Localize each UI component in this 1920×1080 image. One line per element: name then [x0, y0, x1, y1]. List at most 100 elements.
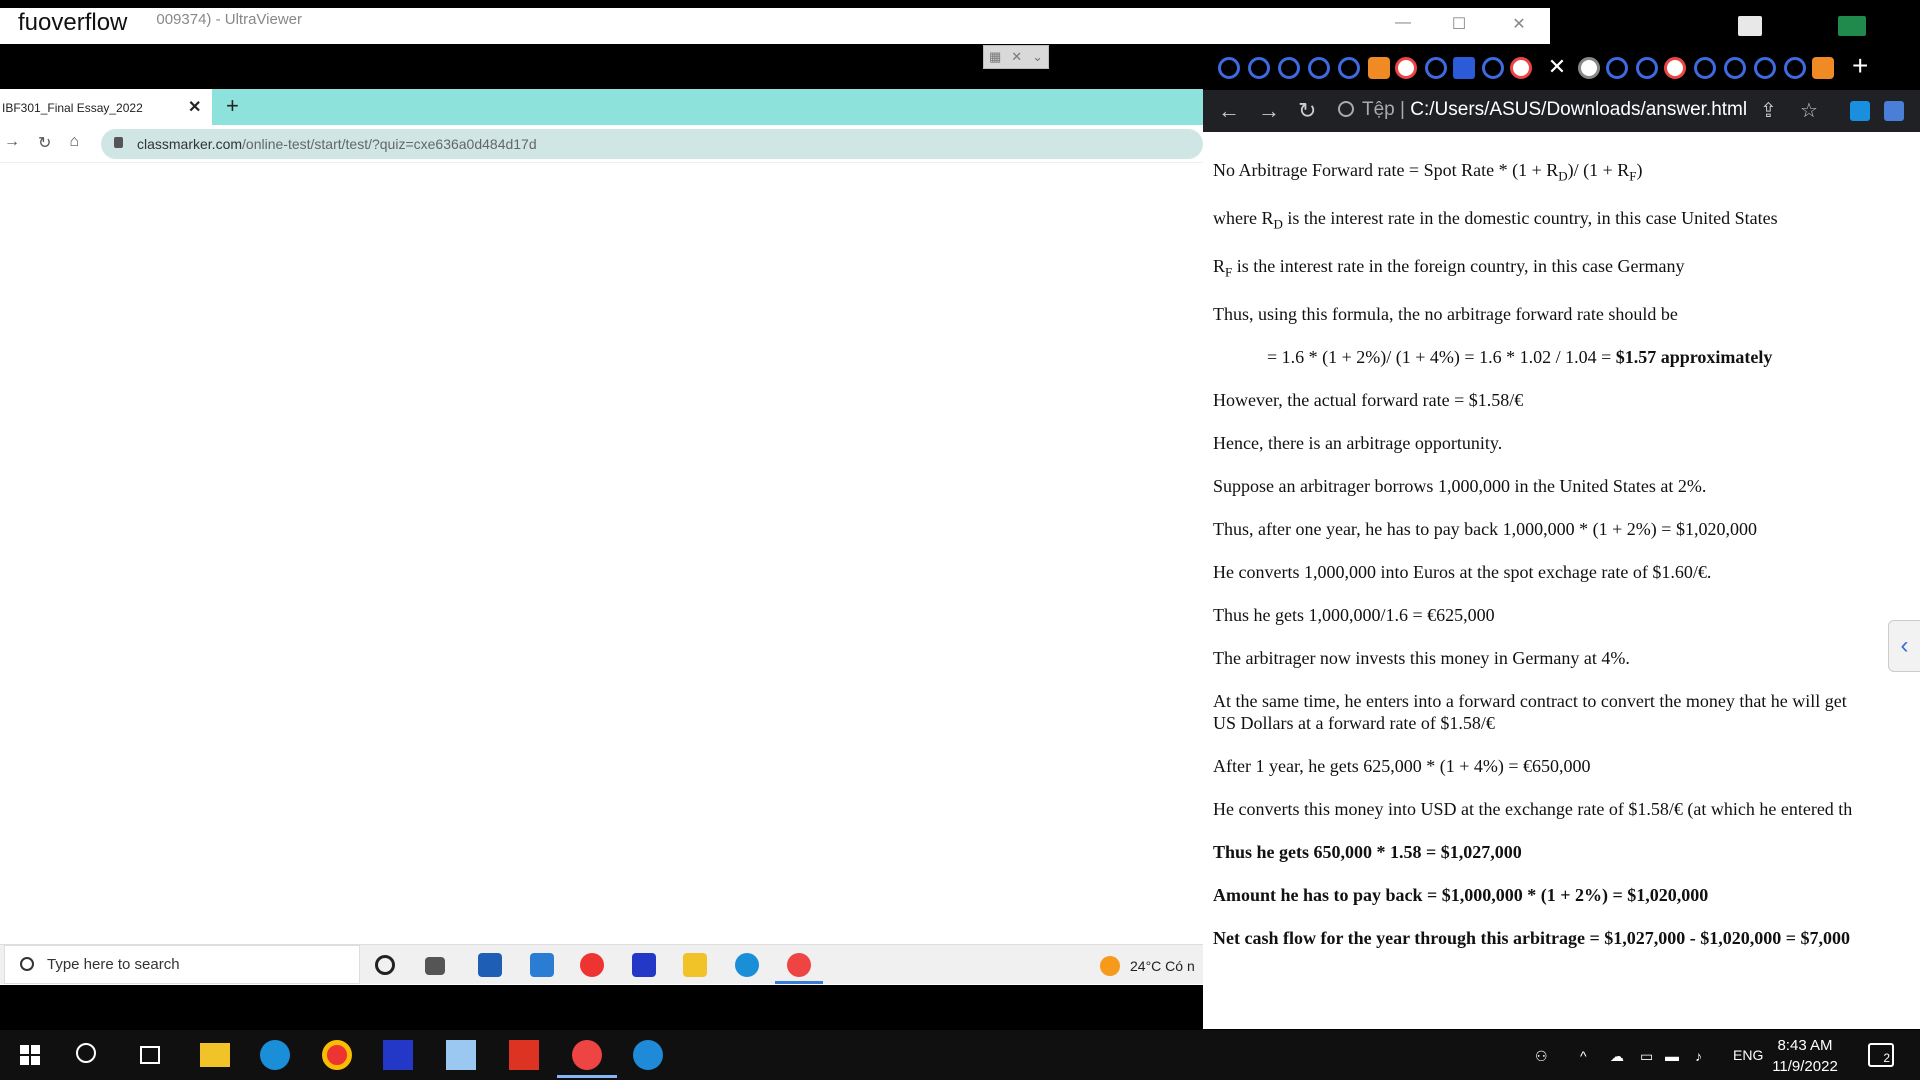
tab-favicon-icon[interactable]	[1606, 57, 1628, 79]
tab-favicon-icon[interactable]	[1308, 57, 1330, 79]
folder-icon[interactable]	[683, 953, 707, 977]
windows-start-icon[interactable]	[20, 1045, 40, 1065]
speaker-icon[interactable]: ♪	[1695, 1048, 1702, 1064]
chrome-icon[interactable]	[322, 1040, 352, 1070]
tab-favicon-icon[interactable]	[1784, 57, 1806, 79]
gets-euros-paragraph: Thus he gets 1,000,000/1.6 = €625,000	[1213, 605, 1495, 625]
chrome-icon[interactable]	[580, 953, 604, 977]
cube-app-icon[interactable]	[446, 1040, 476, 1070]
tab-favicon-icon[interactable]	[1724, 57, 1746, 79]
tab-favicon-icon[interactable]	[1425, 57, 1447, 79]
tab-favicon-icon[interactable]	[1694, 57, 1716, 79]
new-tab-icon[interactable]: +	[226, 93, 239, 119]
weather-text[interactable]: 24°C Có n	[1130, 958, 1195, 974]
forward-icon[interactable]: →	[4, 133, 20, 153]
language-indicator[interactable]: ENG	[1733, 1047, 1763, 1063]
chrome-profile-icon[interactable]	[572, 1040, 602, 1070]
grid-icon[interactable]: ▦	[989, 49, 1001, 65]
chrome-profile-icon[interactable]	[787, 953, 811, 977]
tab-favicon-icon[interactable]	[1248, 57, 1270, 79]
search-icon	[20, 957, 34, 971]
fullscreen-icon[interactable]: ✕	[1011, 49, 1022, 65]
chevron-down-icon[interactable]: ⌄	[1032, 49, 1043, 65]
close-tab-icon[interactable]: ✕	[188, 97, 201, 117]
omnibox-chip: Tệp	[1362, 99, 1395, 120]
reload-icon[interactable]: ↻	[1298, 98, 1316, 124]
search-placeholder: Type here to search	[47, 956, 180, 973]
actual-rate-paragraph: However, the actual forward rate = $1.58…	[1213, 390, 1524, 410]
close-icon[interactable]: ✕	[1504, 14, 1534, 34]
back-icon[interactable]: ←	[1218, 98, 1240, 124]
url-path: /online-test/start/test/?quiz=cxe636a0d4…	[242, 136, 537, 152]
tab-favicon-icon[interactable]	[1395, 57, 1417, 79]
forward-icon[interactable]: →	[1258, 98, 1280, 124]
rf-paragraph: RF is the interest rate in the foreign c…	[1213, 256, 1685, 280]
device-icon[interactable]: ▭	[1640, 1048, 1653, 1065]
omnibox[interactable]: Tệp | C:/Users/ASUS/Downloads/answer.htm…	[1338, 96, 1748, 126]
remote-control-toolbar[interactable]: ▦ ✕ ⌄	[983, 45, 1049, 69]
bookmark-star-icon[interactable]: ☆	[1800, 98, 1818, 123]
remote-browser-tab[interactable]: IBF301_Final Essay_2022	[0, 89, 212, 125]
store-icon[interactable]	[478, 953, 502, 977]
minimize-icon[interactable]: —	[1388, 14, 1418, 32]
maximize-icon[interactable]: ☐	[1444, 14, 1474, 34]
translate-icon[interactable]	[1884, 101, 1904, 121]
tab-favicon-icon[interactable]	[1368, 57, 1390, 79]
tab-favicon-icon[interactable]	[1754, 57, 1776, 79]
calc-paragraph: = 1.6 * (1 + 2%)/ (1 + 4%) = 1.6 * 1.02 …	[1267, 347, 1773, 367]
wps-office-icon[interactable]	[509, 1040, 539, 1070]
converts-paragraph: He converts 1,000,000 into Euros at the …	[1213, 562, 1712, 582]
share-icon[interactable]: ⇪	[1760, 98, 1777, 123]
tab-favicon-icon[interactable]	[1338, 57, 1360, 79]
tab-favicon-icon[interactable]	[1510, 57, 1532, 79]
task-view-icon[interactable]	[140, 1046, 160, 1064]
new-tab-icon[interactable]: +	[1852, 50, 1868, 82]
hence-paragraph: Hence, there is an arbitrage opportunity…	[1213, 433, 1503, 453]
desktop-file-icon[interactable]	[1738, 16, 1762, 36]
file-explorer-icon[interactable]	[200, 1043, 230, 1067]
tab-favicon-icon[interactable]	[1278, 57, 1300, 79]
extension-icon[interactable]	[1850, 101, 1870, 121]
formula-paragraph: No Arbitrage Forward rate = Spot Rate * …	[1213, 160, 1643, 184]
remote-search-box[interactable]: Type here to search	[4, 945, 360, 984]
home-icon[interactable]: ⌂	[69, 133, 79, 153]
close-tab-icon[interactable]: ✕	[1542, 52, 1572, 82]
remote-address-bar[interactable]: classmarker.com/online-test/start/test/?…	[101, 129, 1203, 159]
chevron-up-icon[interactable]: ^	[1580, 1048, 1587, 1064]
window-title: 009374) - UltraViewer	[156, 11, 302, 28]
search-icon[interactable]	[76, 1043, 96, 1063]
url-domain: classmarker.com	[137, 136, 243, 152]
app-icon[interactable]	[632, 953, 656, 977]
tab-favicon-icon[interactable]	[1482, 57, 1504, 79]
battery-icon[interactable]: ▬	[1665, 1048, 1679, 1064]
info-icon[interactable]	[1338, 101, 1354, 117]
edge-icon[interactable]	[735, 953, 759, 977]
desktop-sheet-icon[interactable]	[1838, 16, 1866, 36]
tab-favicon-icon[interactable]	[1812, 57, 1834, 79]
tab-favicon-icon[interactable]	[1578, 57, 1600, 79]
omnibox-url: C:/Users/ASUS/Downloads/answer.html	[1410, 99, 1748, 120]
tab-favicon-icon[interactable]	[1453, 57, 1475, 79]
edge-icon[interactable]	[260, 1040, 290, 1070]
onedrive-icon[interactable]: ☁	[1610, 1048, 1624, 1065]
task-view-icon[interactable]	[425, 957, 445, 975]
mail-icon[interactable]	[530, 953, 554, 977]
active-app-indicator	[775, 981, 823, 984]
suppose-paragraph: Suppose an arbitrager borrows 1,000,000 …	[1213, 476, 1707, 496]
reload-icon[interactable]: ↻	[38, 133, 51, 153]
cortana-icon[interactable]	[375, 955, 395, 975]
thus-formula-paragraph: Thus, using this formula, the no arbitra…	[1213, 304, 1678, 324]
tab-favicon-icon[interactable]	[1218, 57, 1240, 79]
tab-title: IBF301_Final Essay_2022	[2, 101, 143, 115]
amount-back-paragraph: Amount he has to pay back = $1,000,000 *…	[1213, 885, 1709, 905]
notification-icon[interactable]: 2	[1868, 1043, 1894, 1067]
chevron-left-icon[interactable]: ‹	[1888, 620, 1920, 672]
app-icon[interactable]	[383, 1040, 413, 1070]
weather-icon	[1100, 956, 1120, 976]
after-year-paragraph: After 1 year, he gets 625,000 * (1 + 4%)…	[1213, 756, 1591, 776]
people-icon[interactable]: ⚇	[1535, 1048, 1548, 1065]
ultraviewer-icon[interactable]	[633, 1040, 663, 1070]
clock[interactable]: 8:43 AM 11/9/2022	[1760, 1035, 1850, 1077]
tab-favicon-icon[interactable]	[1664, 57, 1686, 79]
tab-favicon-icon[interactable]	[1636, 57, 1658, 79]
